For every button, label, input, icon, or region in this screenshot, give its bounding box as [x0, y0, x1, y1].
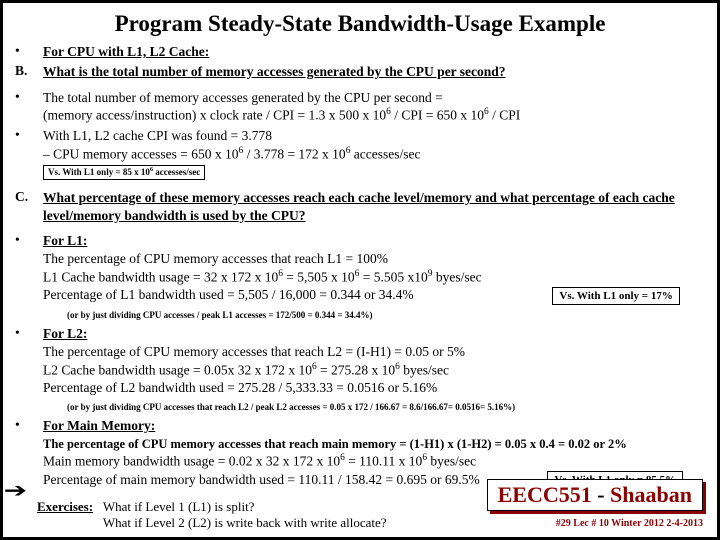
bullet: • [15, 89, 43, 125]
l1-l2d: byes/sec [432, 269, 481, 284]
calc-l2c: / CPI [489, 108, 521, 123]
l1-l1: The percentage of CPU memory accesses th… [43, 251, 388, 266]
row-c-question: C. What percentage of these memory acces… [15, 189, 705, 225]
bullet: • [15, 325, 43, 415]
calc-l3: With L1, L2 cache CPI was found = 3.778 [43, 128, 272, 143]
b-question: What is the total number of memory acces… [43, 63, 705, 81]
l1-body: For L1: The percentage of CPU memory acc… [43, 232, 705, 323]
l1-l2a: L1 Cache bandwidth usage = 32 x 172 x 10 [43, 269, 278, 284]
l2-l3: Percentage of L2 bandwidth used = 275.28… [43, 380, 437, 395]
l2-l1: The percentage of CPU memory accesses th… [43, 344, 465, 359]
calc-l4c: accesses/sec [350, 146, 420, 161]
brand-box: EECC551 - Shaaban [487, 479, 703, 511]
l2-heading: For L2: [43, 326, 87, 341]
row-l1: • For L1: The percentage of CPU memory a… [15, 232, 705, 323]
row-calc2: • With L1, L2 cache CPI was found = 3.77… [15, 127, 705, 181]
row-b-heading: • For CPU with L1, L2 Cache: [15, 43, 705, 61]
row-l2: • For L2: The percentage of CPU memory a… [15, 325, 705, 415]
calc-l2a: (memory access/instruction) x clock rate… [43, 108, 386, 123]
page-title: Program Steady-State Bandwidth-Usage Exa… [15, 11, 705, 37]
slide-frame: Program Steady-State Bandwidth-Usage Exa… [0, 0, 720, 540]
bullet: • [15, 43, 43, 61]
calc-l2b: / CPI = 650 x 10 [391, 108, 484, 123]
row-b-question: B. What is the total number of memory ac… [15, 63, 705, 81]
l1-small: (or by just dividing CPU accesses / peak… [43, 310, 372, 320]
calc-l4b: / 3.778 = 172 x 10 [243, 146, 346, 161]
l1-heading: For L1: [43, 233, 87, 248]
l1-l3: Percentage of L1 bandwidth used = 5,505 … [43, 286, 543, 304]
label-b: B. [15, 63, 43, 81]
l1-l2c: = 5.505 x10 [359, 269, 427, 284]
brand-right: Shaaban [610, 482, 692, 507]
l1-box: Vs. With L1 only = 17% [552, 287, 679, 306]
mm-l1: The percentage of CPU memory accesses th… [43, 437, 627, 451]
c-question: What percentage of these memory accesses… [43, 189, 705, 225]
brand-wrap: EECC551 - Shaaban #29 Lec # 10 Winter 20… [487, 479, 703, 531]
l2-small: (or by just dividing CPU accesses that r… [43, 402, 515, 412]
calc-l4a: – CPU memory accesses = 650 x 10 [43, 146, 238, 161]
brand-left: EECC551 [498, 482, 592, 507]
l1-l2b: = 5,505 x 10 [283, 269, 355, 284]
l2-l2b: = 275.28 x 10 [317, 362, 396, 377]
ex-l2: What if Level 2 (L2) is write back with … [103, 515, 387, 530]
exercises-label: Exercises: [37, 499, 93, 514]
mm-l2b: = 110.11 x 10 [345, 454, 423, 469]
bullet: • [15, 232, 43, 323]
mm-l2a: Main memory bandwidth usage = 0.02 x 32 … [43, 454, 340, 469]
calc-body2: With L1, L2 cache CPI was found = 3.778 … [43, 127, 705, 181]
calc-l1: The total number of memory accesses gene… [43, 90, 443, 105]
l2-l2c: byes/sec [400, 362, 449, 377]
row-calc: • The total number of memory accesses ge… [15, 89, 705, 125]
calc-body: The total number of memory accesses gene… [43, 89, 705, 125]
note1a: Vs. With L1 only = 85 x 10 [48, 167, 150, 177]
note1b: accesses/sec [153, 167, 200, 177]
footer: Exercises: What if Level 1 (L1) is split… [3, 479, 717, 531]
lecture-info: #29 Lec # 10 Winter 2012 2-4-2013 [556, 518, 703, 529]
b-heading: For CPU with L1, L2 Cache: [43, 43, 705, 61]
exercises-block: Exercises: What if Level 1 (L1) is split… [3, 499, 487, 531]
ex-l1: What if Level 1 (L1) is split? [103, 499, 255, 514]
mm-l2c: byes/sec [427, 454, 476, 469]
l1-only-note-box: Vs. With L1 only = 85 x 106 accesses/sec [43, 165, 205, 180]
label-c: C. [15, 189, 43, 225]
bullet: • [15, 127, 43, 181]
mm-heading: For Main Memory: [43, 418, 155, 433]
l2-body: For L2: The percentage of CPU memory acc… [43, 325, 705, 415]
l2-l2a: L2 Cache bandwidth usage = 0.05x 32 x 17… [43, 362, 312, 377]
